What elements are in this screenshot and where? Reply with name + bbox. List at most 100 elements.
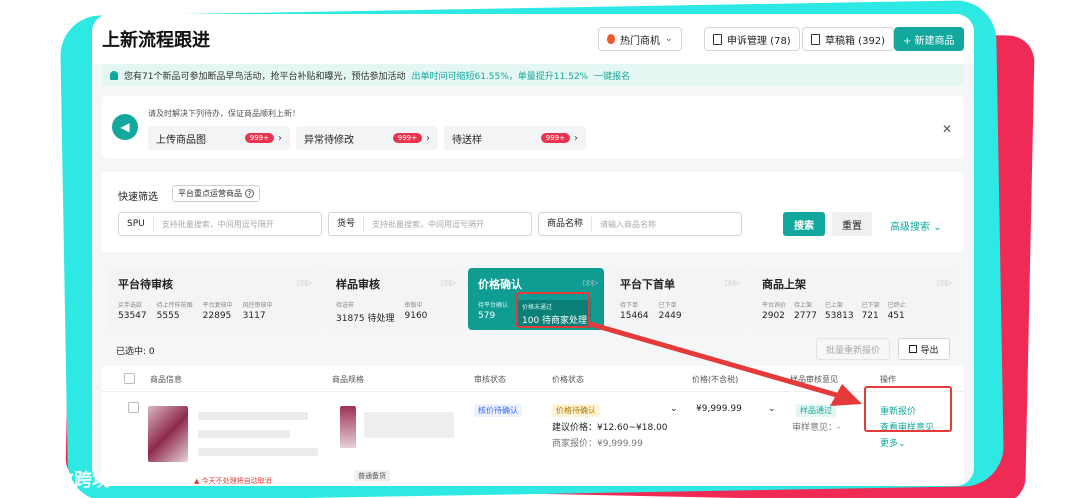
merchant-price: 商家报价：¥9,999.99 [552, 439, 643, 449]
quick-filter-label: 快速筛选 [118, 192, 158, 203]
stage-metric[interactable]: 已下架 721 [862, 300, 880, 321]
promo-notice-bar: 您有71个新品可参加断品早鸟活动，抢平台补贴和曝光，预估参加活动 出单时间可缩短6… [102, 64, 964, 86]
metric-label: 平台询价 [762, 302, 787, 309]
auto-cancel-warning-text: 今天不处理将自动取消 [201, 477, 272, 485]
new-product-button[interactable]: + 新建商品 [894, 27, 964, 51]
stage-metric[interactable]: 待上架 2777 [794, 300, 817, 321]
product-name-placeholder: 请输入商品名称 [600, 219, 657, 229]
chevron-right-icon: › [278, 132, 282, 144]
appeal-management-button[interactable]: 申诉管理 (78) [704, 27, 800, 51]
todo-item-upload-image[interactable]: 上传商品图 999+ › [148, 126, 290, 150]
sku-placeholder: 支持批量搜索，中间用逗号隔开 [372, 219, 485, 229]
stage-metric[interactable]: 待平台确认 579 [478, 300, 508, 328]
annotation-highlight-actions [864, 386, 952, 432]
stage-metric[interactable]: 已终止 451 [888, 300, 906, 321]
todo-count-badge: 999+ [392, 133, 422, 143]
column-header: 样品审核意见 [790, 375, 838, 384]
spu-search-field[interactable]: SPU 支持批量搜索，中间用逗号隔开 [118, 212, 322, 236]
spu-placeholder: 支持批量搜索，中间用逗号隔开 [161, 219, 274, 229]
more-actions-link[interactable]: 更多⌄ [880, 436, 906, 449]
export-button[interactable]: 导出 [898, 338, 950, 360]
reset-button[interactable]: 重置 [832, 212, 872, 236]
notice-highlight: 出单时间可缩短61.55%，单量提升11.52% [411, 71, 589, 82]
more-actions-label: 更多 [880, 439, 899, 449]
spec-thumbnail[interactable] [340, 406, 356, 448]
stage-metric[interactable]: 待下单 15464 [620, 300, 649, 321]
metric-label: 买手选款 [118, 302, 143, 309]
advanced-search-toggle[interactable]: 高级搜索 ⌄ [890, 218, 942, 233]
price-dropdown-chevron[interactable]: ⌄ [768, 404, 776, 414]
watermark-text: 大数跨境 [38, 470, 110, 491]
todo-item-label: 上传商品图 [156, 134, 206, 146]
todo-count-badge: 999+ [540, 133, 570, 143]
stage-metric[interactable]: 待上传样前图 5555 [157, 300, 193, 321]
stage-card-platform-review[interactable]: 平台待审核 ▷▷▷ 买手选款 53547 待上传样前图 5555 平台复核中 2289… [108, 268, 318, 330]
stage-arrow-icon: ▷▷▷ [297, 278, 313, 287]
todo-item-pending-sample[interactable]: 待送样 999+ › [444, 126, 586, 150]
advanced-search-label: 高级搜索 [890, 222, 930, 233]
product-name-field[interactable]: 商品名称 请输入商品名称 [538, 212, 742, 236]
stage-metric[interactable]: 风控审核中 3117 [243, 300, 273, 321]
todo-item-label: 异常待修改 [304, 134, 354, 146]
chevron-right-icon: › [426, 132, 430, 144]
new-product-label: + 新建商品 [903, 35, 955, 47]
spec-tag: 普通备货 [354, 470, 390, 482]
metric-label: 平台复核中 [202, 302, 233, 309]
row-checkbox[interactable] [128, 402, 139, 413]
stage-arrow-icon: ▷▷▷ [725, 278, 741, 287]
stage-title: 商品上架 [762, 278, 806, 291]
spu-label: SPU [119, 217, 154, 231]
close-icon[interactable]: ✕ [942, 122, 952, 136]
page-title: 上新流程跟进 [102, 30, 210, 51]
stage-metric[interactable]: 审版中 9160 [405, 300, 428, 324]
stage-metric[interactable]: 买手选款 53547 [118, 300, 147, 321]
help-icon: ? [245, 189, 254, 198]
sku-search-field[interactable]: 货号 支持批量搜索，中间用逗号隔开 [328, 212, 532, 236]
megaphone-icon: ◀ [112, 114, 138, 140]
metric-value: 2902 [762, 311, 785, 321]
metric-label: 待上架 [794, 302, 813, 309]
product-table: 商品信息 商品规格 审核状态 价格状态 价格(不含税) 样品审核意见 操作 ▲ … [102, 366, 964, 486]
metric-value: 2449 [658, 311, 682, 321]
stage-card-sample-review[interactable]: 样品审核 ▷▷▷ 待送样 31875 待处理 审版中 9160 [326, 268, 462, 330]
appeal-management-label: 申诉管理 (78) [727, 35, 791, 47]
suggested-price: 建议价格：¥12.60~¥18.00 [552, 423, 668, 433]
metric-value: 579 [478, 311, 496, 321]
stage-card-listing[interactable]: 商品上架 ▷▷▷ 平台询价 2902 待上架 2777 已上架 53813 已下架 72… [752, 268, 958, 330]
metric-label: 已下架 [861, 302, 880, 309]
blurred-product-text [198, 448, 318, 456]
export-label: 导出 [920, 345, 939, 356]
blurred-spec-text [364, 412, 454, 438]
price-expand-chevron[interactable]: ⌄ [670, 404, 678, 414]
metric-value: 2777 [794, 311, 817, 321]
table-header: 商品信息 商品规格 审核状态 价格状态 价格(不含税) 样品审核意见 操作 [102, 366, 964, 392]
stage-metric[interactable]: 已上架 53813 [825, 300, 854, 321]
product-thumbnail[interactable] [148, 406, 188, 462]
draft-box-label: 草稿箱 (392) [825, 35, 886, 47]
search-button[interactable]: 搜索 [783, 212, 825, 236]
metric-value: 721 [861, 311, 879, 321]
column-header: 审核状态 [474, 375, 506, 384]
bell-icon [110, 70, 118, 80]
todo-hint: 请及时解决下列待办，保证商品顺利上新！ [148, 109, 300, 118]
quick-filter-tag[interactable]: 平台重点运营商品 ? [172, 185, 260, 202]
selected-count: 已选中: 0 [116, 347, 155, 357]
notice-signup-link[interactable]: 一键报名 [594, 69, 630, 82]
todo-count-badge: 999+ [244, 133, 274, 143]
stage-metric[interactable]: 平台询价 2902 [762, 300, 786, 321]
batch-reprice-button[interactable]: 批量重新报价 [816, 338, 890, 360]
chevron-down-icon: ⌄ [665, 34, 673, 44]
hot-opportunity-dropdown[interactable]: 热门商机 ⌄ [598, 27, 682, 51]
stage-card-first-order[interactable]: 平台下首单 ▷▷▷ 待下单 15464 已下单 2449 [610, 268, 746, 330]
stage-title: 平台待审核 [118, 278, 173, 291]
draft-box-button[interactable]: 草稿箱 (392) [802, 27, 895, 51]
stage-metric[interactable]: 已下单 2449 [659, 300, 682, 321]
todo-item-abnormal-modify[interactable]: 异常待修改 999+ › [296, 126, 438, 150]
watermark-icon [8, 470, 34, 488]
stage-metric[interactable]: 待送样 31875 待处理 [336, 300, 395, 324]
column-header: 商品规格 [332, 375, 364, 384]
metric-value: 5555 [156, 311, 180, 321]
select-all-checkbox[interactable] [124, 373, 135, 384]
stage-metric[interactable]: 平台复核中 22895 [203, 300, 233, 321]
draft-icon [811, 33, 820, 45]
